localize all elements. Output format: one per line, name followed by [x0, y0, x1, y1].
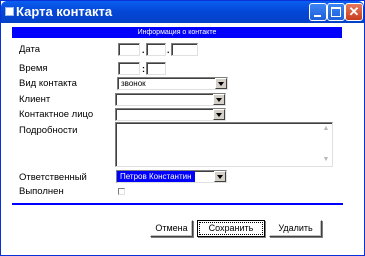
completed-label: Выполнен [19, 186, 64, 197]
contact-card-window: Карта контакта ✕ Информация о контакте Д… [0, 0, 365, 256]
responsible-label: Ответственный [19, 172, 87, 183]
maximize-icon [331, 7, 341, 17]
time-separator: : [142, 64, 145, 74]
contact-person-select[interactable] [115, 108, 226, 121]
section-header: Информация о контакте [12, 27, 342, 38]
responsible-value: Петров Константин [117, 171, 195, 182]
details-label: Подробности [19, 125, 78, 136]
date-label: Дата [19, 44, 41, 55]
chevron-down-icon[interactable] [213, 109, 225, 120]
title-bar[interactable]: Карта контакта ✕ [1, 1, 364, 23]
contact-type-select[interactable]: звонок [117, 77, 228, 90]
close-icon: ✕ [348, 4, 360, 19]
responsible-select[interactable]: Петров Константин [116, 170, 227, 183]
window-icon [5, 7, 14, 16]
chevron-down-icon[interactable] [215, 78, 227, 89]
date-separator-1: . [142, 45, 145, 55]
details-textarea[interactable]: ▲ ▼ [115, 122, 333, 167]
date-month-input[interactable] [146, 43, 166, 56]
time-label: Время [19, 63, 48, 74]
minimize-icon [314, 15, 321, 17]
scroll-down-icon[interactable]: ▼ [321, 155, 331, 165]
contact-person-label: Контактное лицо [19, 109, 94, 120]
scroll-up-icon[interactable]: ▲ [321, 124, 331, 134]
chevron-down-icon[interactable] [214, 171, 226, 182]
completed-checkbox[interactable] [118, 188, 125, 195]
chevron-down-icon[interactable] [213, 94, 225, 105]
divider [12, 203, 343, 205]
contact-type-value: звонок [121, 79, 146, 88]
date-separator-2: . [167, 45, 170, 55]
save-button[interactable]: Сохранить [197, 220, 265, 237]
window-title: Карта контакта [16, 4, 113, 19]
close-button[interactable]: ✕ [345, 3, 363, 21]
contact-type-label: Вид контакта [19, 78, 77, 89]
maximize-button[interactable] [327, 3, 345, 21]
minimize-button[interactable] [309, 3, 327, 21]
delete-button[interactable]: Удалить [269, 220, 322, 237]
client-select[interactable] [115, 93, 226, 106]
date-year-input[interactable] [171, 43, 198, 56]
cancel-button[interactable]: Отмена [150, 220, 193, 237]
time-minutes-input[interactable] [146, 62, 166, 75]
client-label: Клиент [19, 94, 51, 105]
date-day-input[interactable] [118, 43, 140, 56]
time-hours-input[interactable] [118, 62, 140, 75]
